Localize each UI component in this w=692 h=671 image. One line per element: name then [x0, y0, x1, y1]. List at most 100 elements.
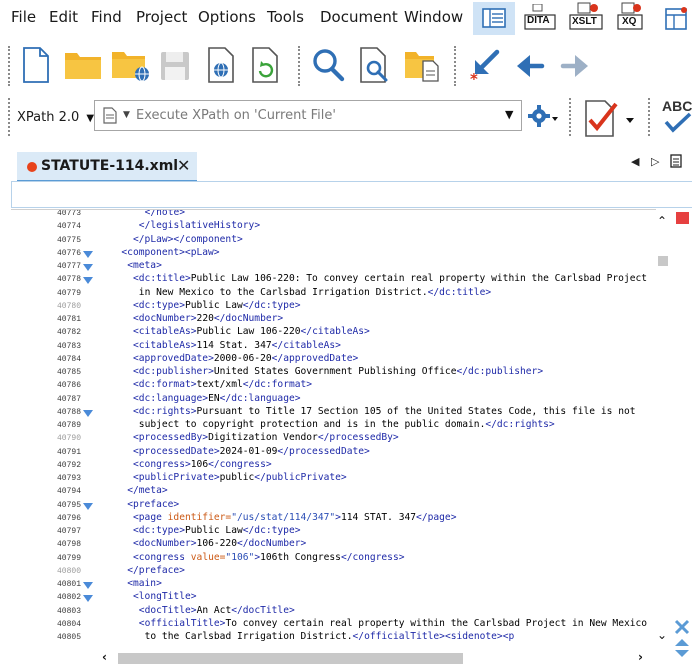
vertical-scrollbar[interactable]: ⌃ ⌄ [656, 209, 670, 649]
line-number: 40799 [57, 553, 82, 563]
new-file-button[interactable] [22, 47, 50, 83]
fold-toggle-icon[interactable] [83, 409, 93, 417]
document-globe-icon [208, 47, 234, 83]
horizontal-scrollbar[interactable]: ‹ › [98, 650, 657, 666]
code-line[interactable]: </pLaw></component> [133, 234, 243, 245]
code-line[interactable]: <dc:rights>Pursuant to Title 17 Section … [133, 406, 636, 417]
go-to-last-modification-button[interactable]: * [467, 49, 507, 88]
find-replace-button[interactable] [311, 48, 345, 82]
horizontal-scrollbar-thumb[interactable] [118, 653, 463, 664]
tab-scroll-left-icon[interactable]: ◀ [631, 155, 639, 168]
scrollbar-thumb[interactable] [658, 256, 668, 266]
code-line[interactable]: <meta> [127, 260, 162, 271]
code-line[interactable]: <docNumber>106-220</docNumber> [133, 538, 306, 549]
reload-button[interactable] [251, 47, 279, 83]
folder-globe-icon [112, 52, 149, 82]
document-search-icon [360, 47, 388, 83]
editor-perspective-button[interactable] [473, 2, 515, 35]
menu-document[interactable]: Document [320, 8, 398, 26]
text-editor[interactable]: 40773 40774 40775 40776 40777 40778 40779 40780… [11, 209, 667, 650]
code-line[interactable]: <dc:format>text/xml</dc:format> [133, 379, 312, 390]
code-line[interactable]: subject to copyright protection and is i… [139, 419, 555, 430]
code-line[interactable]: <publicPrivate>public</publicPrivate> [133, 472, 347, 483]
line-number: 40805 [57, 633, 82, 642]
scroll-right-icon[interactable]: › [638, 650, 643, 664]
code-line[interactable]: <dc:language>EN</dc:language> [133, 393, 301, 404]
dita-label: DITA [527, 15, 550, 26]
code-line[interactable]: </legislativeHistory> [139, 220, 260, 231]
xslt-debugger-button[interactable]: XSLT [569, 2, 603, 32]
tab-scroll-right-icon[interactable]: ▷ [651, 155, 659, 168]
open-find-resource-button[interactable] [404, 48, 440, 82]
code-line[interactable]: </preface> [127, 565, 185, 576]
menu-edit[interactable]: Edit [49, 8, 78, 26]
code-line[interactable]: in New Mexico to the Carlsbad Irrigation… [139, 287, 491, 298]
code-line[interactable]: <dc:type>Public Law</dc:type> [133, 300, 301, 311]
code-line[interactable]: <docTitle>An Act</docTitle> [139, 605, 295, 616]
menu-tools[interactable]: Tools [267, 8, 304, 26]
fold-toggle-icon[interactable] [83, 502, 93, 510]
navigate-markers-icon[interactable] [674, 637, 690, 671]
code-line[interactable]: <dc:publisher>United States Government P… [133, 366, 543, 377]
code-line[interactable]: <congress value="106">106th Congress</co… [133, 552, 405, 563]
tab-list-button[interactable] [670, 153, 682, 172]
fold-toggle-icon[interactable] [83, 595, 93, 603]
code-line[interactable]: <dc:type>Public Law</dc:type> [133, 525, 301, 536]
scroll-up-icon[interactable]: ⌃ [657, 214, 667, 228]
code-line[interactable]: </note> [145, 210, 185, 218]
check-spelling-button[interactable]: ABC [660, 98, 692, 138]
open-file-button[interactable] [64, 50, 102, 80]
scroll-down-icon[interactable]: ⌄ [657, 628, 667, 642]
fold-toggle-icon[interactable] [83, 250, 93, 258]
menu-window[interactable]: Window [404, 8, 463, 26]
breadcrumb[interactable] [11, 181, 692, 208]
code-line[interactable]: <page identifier="/us/stat/114/347">114 … [133, 512, 456, 523]
forward-button[interactable] [560, 52, 590, 80]
code-line[interactable]: <citableAs>114 Stat. 347</citableAs> [133, 340, 341, 351]
code-line[interactable]: <citableAs>Public Law 106-220</citableAs… [133, 326, 370, 337]
close-icon[interactable]: ✕ [177, 156, 190, 175]
fold-toggle-icon[interactable] [83, 277, 93, 285]
chevron-down-icon[interactable]: ▼ [123, 110, 130, 120]
code-line[interactable]: <preface> [127, 499, 179, 510]
line-number: 40794 [57, 487, 82, 497]
code-line[interactable]: to the Carlsbad Irrigation District.</of… [145, 631, 515, 642]
code-line[interactable]: <congress>106</congress> [133, 459, 272, 470]
folder-document-icon [405, 52, 439, 82]
fold-toggle-icon[interactable] [83, 264, 93, 271]
menu-file[interactable]: File [11, 8, 36, 26]
menu-project[interactable]: Project [136, 8, 187, 26]
code-line[interactable]: <docNumber>220</docNumber> [133, 313, 283, 324]
history-dropdown-icon[interactable]: ▼ [505, 108, 513, 121]
open-url-button[interactable] [111, 48, 151, 82]
back-button[interactable] [515, 52, 545, 80]
fold-toggle-icon[interactable] [83, 582, 93, 589]
save-button[interactable] [160, 51, 190, 81]
xpath-settings-button[interactable] [528, 103, 560, 129]
dita-perspective-button[interactable]: DITA [523, 3, 557, 32]
xpath-input[interactable]: ▼ Execute XPath on 'Current File' ▼ [94, 100, 522, 131]
spell-check-icon [664, 112, 692, 133]
xpath-version-dropdown[interactable]: XPath 2.0 ▼ [17, 106, 94, 125]
tab-statute-114[interactable]: STATUTE-114.xml ✕ [17, 152, 197, 183]
code-line[interactable]: <longTitle> [133, 591, 197, 602]
code-line[interactable]: <dc:title>Public Law 106-220: To convey … [133, 273, 647, 284]
code-line[interactable]: <main> [127, 578, 162, 589]
error-marker-icon[interactable] [676, 212, 689, 224]
code-line[interactable]: </meta> [127, 485, 167, 496]
code-line[interactable]: <officialTitle>To convey certain real pr… [139, 618, 647, 629]
code-line[interactable]: <processedBy>Digitization Vendor</proces… [133, 432, 399, 443]
xquery-debugger-button[interactable]: XQ [614, 2, 648, 32]
code-line[interactable]: <approvedDate>2000-06-20</approvedDate> [133, 353, 358, 364]
close-marker-icon[interactable] [674, 619, 690, 635]
database-perspective-button[interactable] [660, 4, 692, 32]
find-in-files-button[interactable] [359, 47, 391, 83]
menu-options[interactable]: Options [198, 8, 256, 26]
line-number: 40802 [57, 593, 82, 603]
code-line[interactable]: <component><pLaw> [121, 247, 219, 258]
scroll-left-icon[interactable]: ‹ [102, 650, 107, 664]
code-line[interactable]: <processedDate>2024-01-09</processedDate… [133, 446, 370, 457]
validate-button[interactable] [583, 98, 637, 138]
menu-find[interactable]: Find [91, 8, 122, 26]
save-to-url-button[interactable] [207, 47, 235, 83]
